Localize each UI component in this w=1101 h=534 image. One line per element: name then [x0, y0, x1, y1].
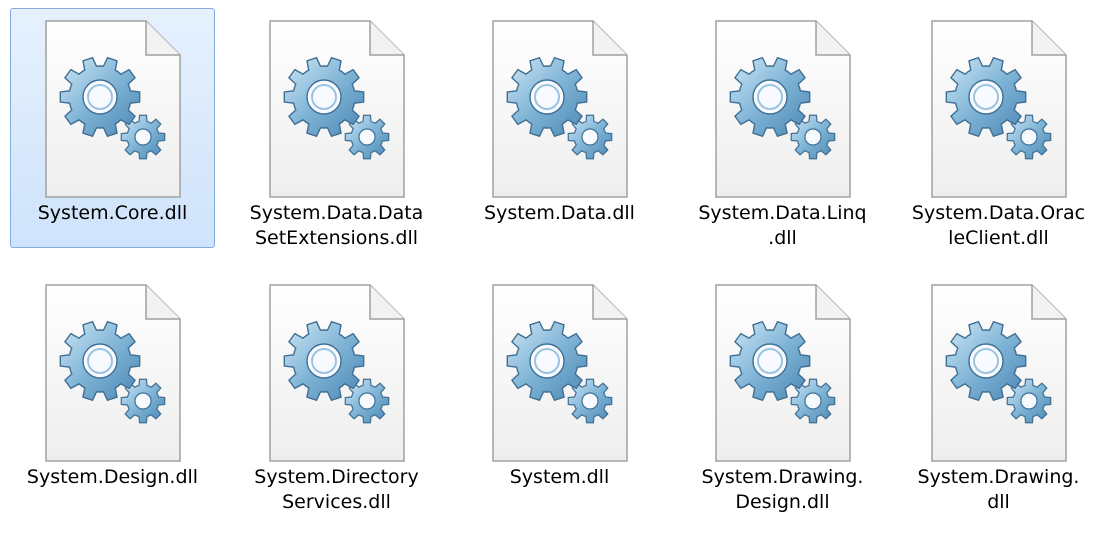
dll-gear-file-icon: [38, 283, 188, 463]
dll-gear-file-icon: [485, 19, 635, 199]
dll-gear-file-icon: [38, 19, 188, 199]
dll-gear-file-icon: [262, 283, 412, 463]
dll-gear-file-icon: [485, 283, 635, 463]
file-item-system-dll[interactable]: System.dll: [457, 272, 662, 512]
file-name-label: System.dll: [509, 466, 610, 488]
file-name-label: System.Core.dll: [37, 202, 188, 224]
file-item-system-data-oracleclient-dll[interactable]: System.Data.Orac leClient.dll: [896, 8, 1101, 249]
file-name-label: System.Data.Orac leClient.dll: [911, 202, 1086, 249]
file-item-system-drawing-design-dll[interactable]: System.Drawing. Design.dll: [680, 272, 885, 513]
dll-gear-file-icon: [262, 19, 412, 199]
file-name-label: System.Directory Services.dll: [254, 466, 419, 513]
dll-gear-file-icon: [924, 283, 1074, 463]
dll-gear-file-icon: [924, 19, 1074, 199]
file-name-label: System.Drawing. dll: [917, 466, 1080, 513]
file-item-system-directoryservices-dll[interactable]: System.Directory Services.dll: [234, 272, 439, 513]
file-name-label: System.Data.dll: [484, 202, 635, 224]
file-item-system-data-linq-dll[interactable]: System.Data.Linq .dll: [680, 8, 885, 249]
file-item-system-data-datasetextensions-dll[interactable]: System.Data.Data SetExtensions.dll: [234, 8, 439, 249]
file-name-label: System.Data.Data SetExtensions.dll: [249, 202, 424, 249]
file-item-system-data-dll[interactable]: System.Data.dll: [457, 8, 662, 248]
file-name-label: System.Design.dll: [26, 466, 199, 488]
file-item-system-core-dll[interactable]: System.Core.dll: [10, 8, 215, 248]
dll-gear-file-icon: [708, 283, 858, 463]
file-name-label: System.Drawing. Design.dll: [701, 466, 864, 513]
file-name-label: System.Data.Linq .dll: [698, 202, 867, 249]
dll-gear-file-icon: [708, 19, 858, 199]
file-item-system-drawing-dll[interactable]: System.Drawing. dll: [896, 272, 1101, 513]
file-item-system-design-dll[interactable]: System.Design.dll: [10, 272, 215, 512]
file-icon-grid: System.Core.dll System.Data.Data SetExte…: [0, 0, 1101, 534]
